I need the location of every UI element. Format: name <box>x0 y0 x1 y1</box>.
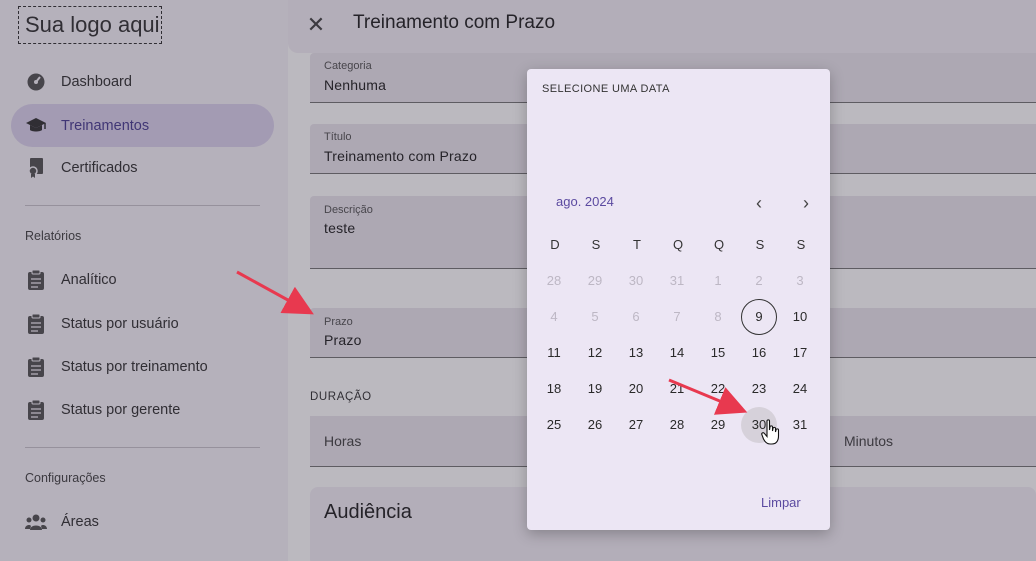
date-picker-dialog: SELECIONE UMA DATA ago. 2024 ‹ › D S T Q… <box>527 69 830 530</box>
annotation-arrow-icon <box>668 378 748 415</box>
modal-scrim[interactable] <box>0 0 1036 561</box>
hand-cursor-icon <box>761 419 780 445</box>
